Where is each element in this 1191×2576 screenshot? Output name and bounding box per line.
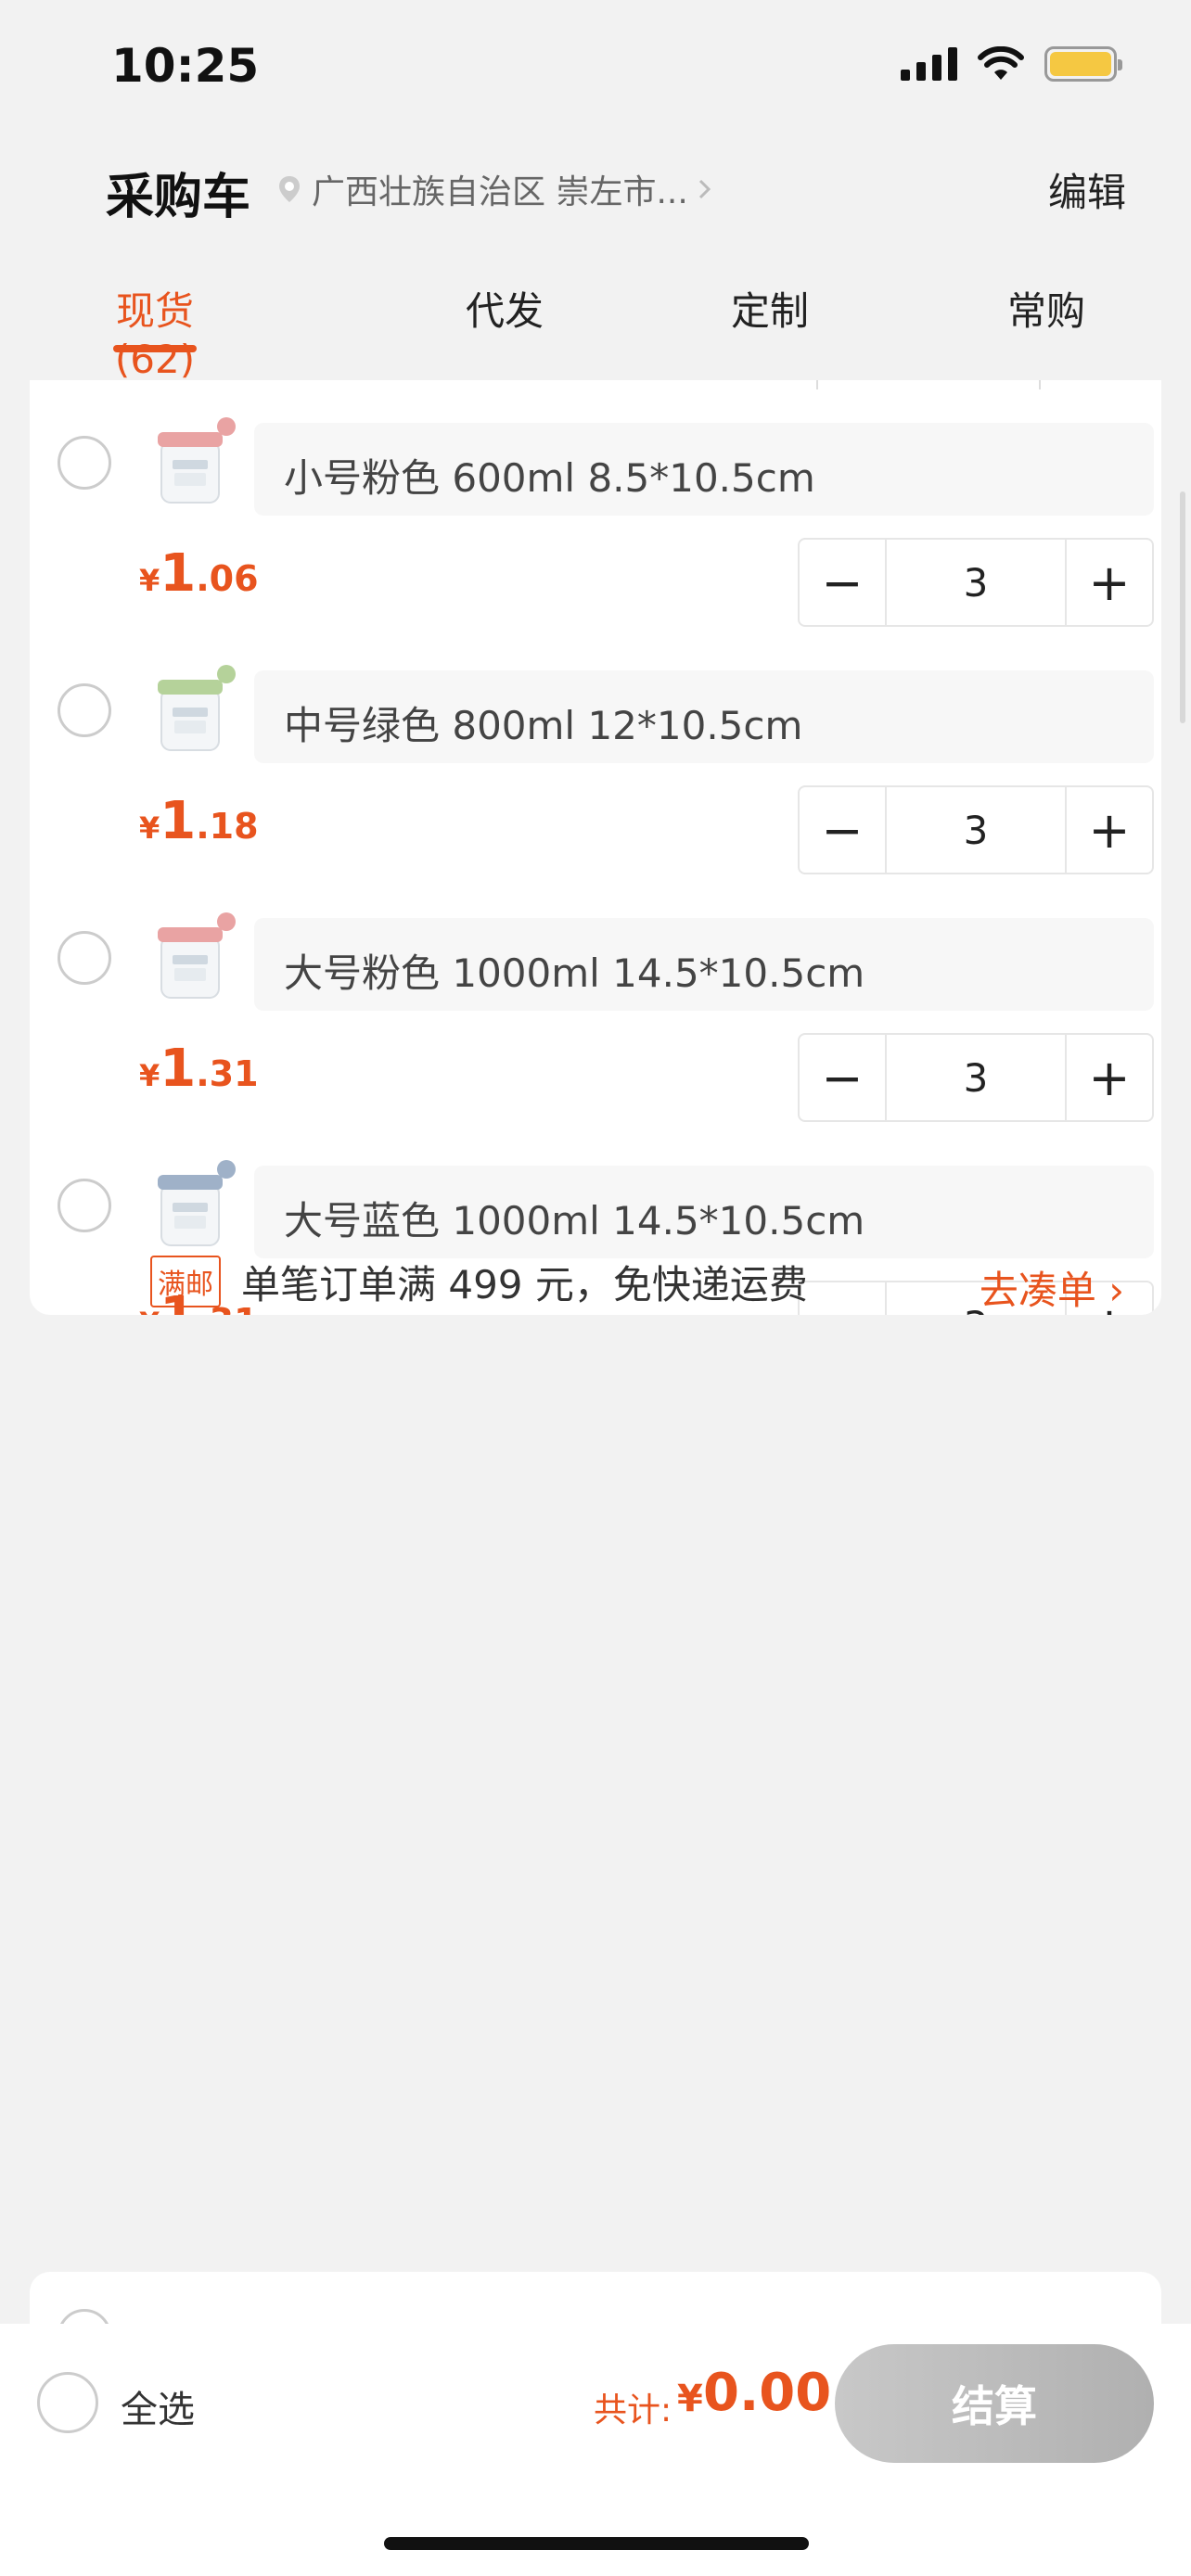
decrease-button[interactable]: − (800, 787, 885, 873)
promo-text: 单笔订单满 499 元，免快递运费 (241, 1261, 808, 1307)
decrease-button[interactable]: − (800, 540, 885, 625)
item-price: ¥1.18 (139, 791, 259, 851)
location-selector[interactable]: 广西壮族自治区 崇左市... (275, 165, 714, 213)
tab-bar: 现货 (62) 代发 定制 常购 (0, 260, 1191, 382)
item-spec[interactable]: 小号粉色 600ml 8.5*10.5cm (254, 423, 1154, 516)
increase-button[interactable]: + (1067, 540, 1152, 625)
tab-in-stock[interactable]: 现货 (62) (96, 260, 213, 382)
location-pin-icon (279, 176, 300, 202)
increase-button[interactable]: + (1067, 1035, 1152, 1120)
price-decimal: .18 (196, 806, 259, 847)
increase-button[interactable]: + (1067, 787, 1152, 873)
item-spec[interactable]: 大号粉色 1000ml 14.5*10.5cm (254, 918, 1154, 1011)
checkout-button[interactable]: 结算 (835, 2344, 1154, 2463)
total-label: 共计: (594, 2391, 672, 2429)
product-thumbnail[interactable] (145, 661, 241, 758)
price-integer: 1 (160, 791, 197, 851)
total-amount: 0.00 (703, 2363, 832, 2423)
price-currency: ¥ (139, 563, 160, 598)
status-time: 10:25 (111, 39, 260, 93)
free-shipping-badge: 满邮 (150, 1256, 221, 1307)
product-thumbnail[interactable] (145, 1156, 241, 1253)
tab-label: 常购 (1006, 288, 1085, 334)
tab-custom[interactable]: 定制 (724, 260, 816, 352)
quantity-stepper: − 3 + (798, 785, 1154, 874)
item-spec[interactable]: 中号绿色 800ml 12*10.5cm (254, 670, 1154, 763)
location-text: 广西壮族自治区 崇左市... (312, 173, 688, 211)
select-all-label: 全选 (121, 2389, 195, 2431)
battery-icon (1044, 46, 1122, 82)
scrollbar[interactable] (1180, 491, 1185, 723)
price-integer: 1 (160, 1039, 197, 1099)
tab-active-indicator (113, 345, 197, 352)
quantity-input[interactable]: 3 (885, 787, 1067, 873)
cart-card: 小号粉色 600ml 8.5*10.5cm ¥1.06 − 3 + 中号绿色 8… (30, 380, 1161, 1315)
status-bar: 10:25 (0, 0, 1191, 139)
price-decimal: .06 (196, 558, 259, 599)
edit-button[interactable]: 编辑 (1048, 161, 1126, 218)
quantity-input[interactable]: 3 (885, 1035, 1067, 1120)
status-icons (901, 46, 1122, 82)
quantity-stepper: − 3 + (798, 1033, 1154, 1122)
price-currency: ¥ (139, 810, 160, 846)
wifi-icon (978, 46, 1024, 80)
cart-item: 小号粉色 600ml 8.5*10.5cm ¥1.06 − 3 + (30, 395, 1161, 643)
price-currency: ¥ (139, 1058, 160, 1093)
cart-item: 大号粉色 1000ml 14.5*10.5cm ¥1.31 − 3 + (30, 890, 1161, 1138)
previous-stepper-edge (30, 380, 1161, 391)
cart-screen: 10:25 采购车 广西壮族自治区 崇左市... 编辑 现货 (62) 代发 定… (0, 0, 1191, 2576)
item-checkbox[interactable] (58, 436, 111, 490)
nav-bar: 采购车 广西壮族自治区 崇左市... 编辑 (0, 139, 1191, 232)
tab-label: 代发 (465, 288, 544, 334)
tab-label: 定制 (730, 288, 809, 334)
add-more-link[interactable]: 去凑单 › (980, 1259, 1124, 1315)
quantity-input[interactable]: 3 (885, 540, 1067, 625)
item-checkbox[interactable] (58, 1179, 111, 1232)
decrease-button[interactable]: − (800, 1035, 885, 1120)
item-checkbox[interactable] (58, 683, 111, 737)
item-price: ¥1.31 (139, 1039, 259, 1099)
item-price: ¥1.06 (139, 543, 259, 604)
free-shipping-promo: 满邮 单笔订单满 499 元，免快递运费 去凑单 › (150, 1252, 1152, 1313)
item-spec[interactable]: 大号蓝色 1000ml 14.5*10.5cm (254, 1166, 1154, 1258)
page-title: 采购车 (106, 170, 251, 225)
price-decimal: .31 (196, 1053, 259, 1094)
price-integer: 1 (160, 543, 197, 604)
total-currency: ¥ (677, 2378, 703, 2420)
signal-icon (901, 47, 957, 81)
product-thumbnail[interactable] (145, 909, 241, 1005)
tab-label: 现货 (62) (114, 288, 196, 382)
tab-dropship[interactable]: 代发 (458, 260, 551, 352)
select-all-checkbox[interactable] (37, 2372, 98, 2433)
tab-frequent[interactable]: 常购 (1000, 260, 1093, 352)
quantity-stepper: − 3 + (798, 538, 1154, 627)
product-thumbnail[interactable] (145, 414, 241, 510)
home-indicator (384, 2537, 809, 2550)
cart-item: 中号绿色 800ml 12*10.5cm ¥1.18 − 3 + (30, 643, 1161, 890)
item-checkbox[interactable] (58, 931, 111, 985)
chevron-right-icon (698, 179, 711, 199)
